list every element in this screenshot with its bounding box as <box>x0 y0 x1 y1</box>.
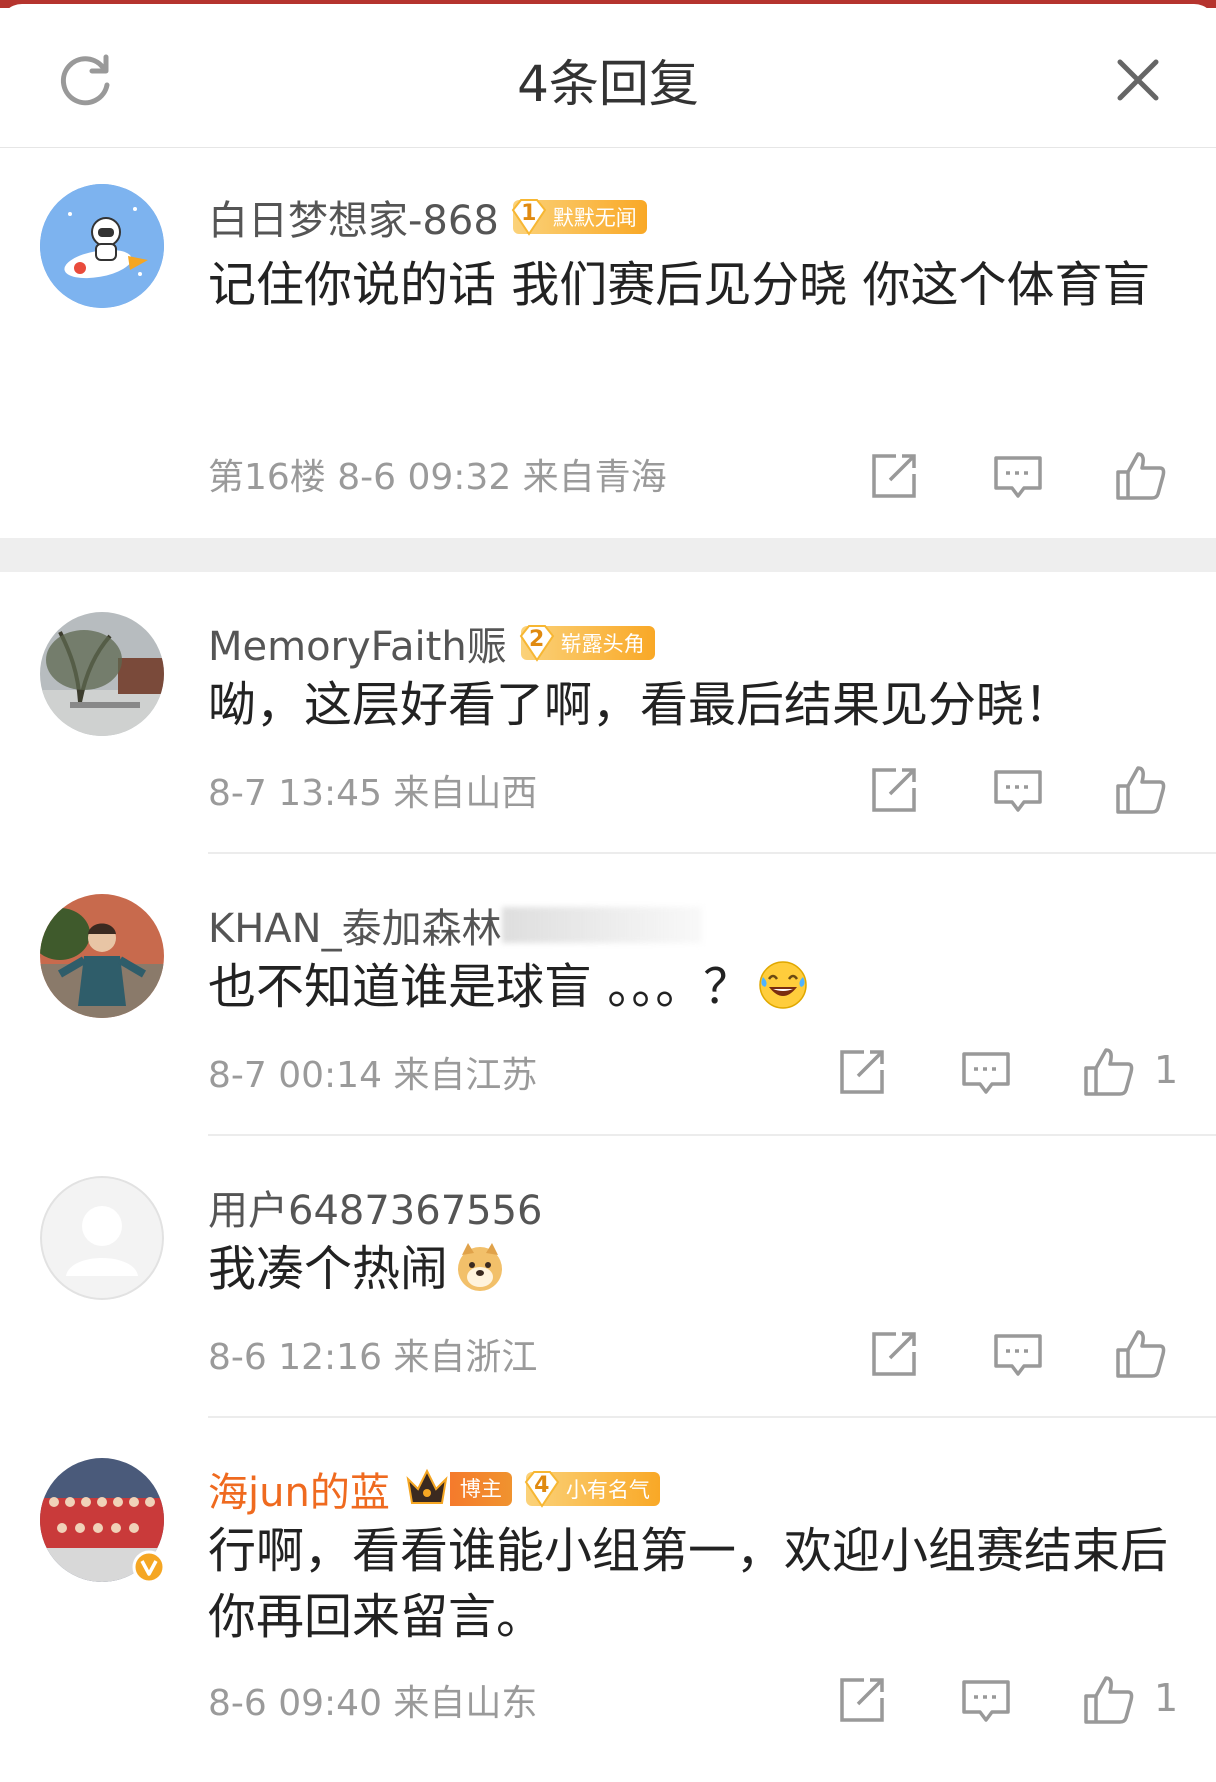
action-bar: 1 <box>0 1044 1216 1104</box>
share-icon[interactable] <box>834 1044 890 1100</box>
comment-icon[interactable] <box>958 1672 1014 1728</box>
main-comment: 白日梦想家-868 1 默默无闻 记住你说的话 我们赛后见分晓 你这个体育盲 第… <box>0 148 1216 538</box>
verified-icon <box>132 1550 166 1584</box>
reply-text: 呦，这层好看了啊，看最后结果见分晓！ <box>208 677 1073 733</box>
name-row: 白日梦想家-868 1 默默无闻 <box>208 188 647 246</box>
username[interactable]: 白日梦想家-868 <box>208 188 499 246</box>
blogger-label: 博主 <box>449 1472 512 1506</box>
willow-tree-photo <box>40 612 164 736</box>
reply-text: 也不知道谁是球盲 。。。？ <box>208 954 1182 1020</box>
blogger-badge: 博主 <box>404 1468 512 1507</box>
badge-label: 默默无闻 <box>552 206 637 230</box>
username[interactable]: 海jun的蓝 <box>208 1460 390 1518</box>
crown-icon <box>406 1468 448 1504</box>
fan-badge: 2 崭露头角 <box>519 625 655 662</box>
avatar[interactable] <box>40 1176 164 1300</box>
diamond-icon <box>511 199 547 236</box>
badge-label: 崭露头角 <box>560 632 645 656</box>
name-row: MemoryFaith赈 2 崭露头角 <box>208 614 655 672</box>
username[interactable]: 用户6487367556 <box>208 1178 543 1236</box>
share-icon[interactable] <box>866 448 922 504</box>
like-count: 1 <box>1154 1048 1179 1092</box>
page-title: 4条回复 <box>517 55 699 113</box>
blurred-badge <box>501 907 702 943</box>
action-bar <box>0 448 1216 508</box>
reply-text: 我凑个热闹 <box>208 1236 1182 1302</box>
name-row: 用户6487367556 <box>208 1178 543 1236</box>
action-bar <box>0 1326 1216 1386</box>
like-icon[interactable] <box>1112 762 1168 818</box>
sheet-header: 4条回复 <box>0 4 1216 148</box>
reply-item: MemoryFaith赈 2 崭露头角 呦，这层好看了啊，看最后结果见分晓！ 8… <box>0 572 1216 854</box>
reply-item: 用户6487367556 我凑个热闹 8-6 12:16 来自浙江 <box>0 1136 1216 1418</box>
like-count: 1 <box>1154 1676 1179 1720</box>
diamond-icon <box>519 625 554 662</box>
badge-label: 小有名气 <box>565 1478 650 1502</box>
share-icon[interactable] <box>866 762 922 818</box>
username[interactable]: KHAN_泰加森林 <box>208 896 502 954</box>
fan-badge: 4 小有名气 <box>524 1471 660 1508</box>
like-icon[interactable] <box>1112 1326 1168 1382</box>
comment-icon[interactable] <box>990 762 1046 818</box>
username[interactable]: MemoryFaith赈 <box>208 614 507 672</box>
comment-icon[interactable] <box>958 1044 1014 1100</box>
avatar[interactable] <box>40 184 164 308</box>
doge-emoji <box>458 1243 503 1291</box>
action-bar <box>0 762 1216 822</box>
reply-text-content: 我凑个热闹 <box>208 1241 449 1297</box>
replies-sheet: 4条回复 白日梦想家-868 1 默默无闻 记住你说的话 我们赛后见分晓 你这个… <box>0 4 1216 1782</box>
like-icon[interactable] <box>1080 1672 1136 1728</box>
fan-badge: 1 默默无闻 <box>511 199 647 236</box>
close-icon[interactable] <box>1112 54 1164 106</box>
laughing-tears-emoji <box>759 961 808 1009</box>
avatar[interactable] <box>40 612 164 736</box>
like-icon[interactable] <box>1112 448 1168 504</box>
astronaut-rocket-icon <box>40 184 164 308</box>
diamond-icon <box>524 1471 560 1508</box>
comment-icon[interactable] <box>990 448 1046 504</box>
reply-item: KHAN_泰加森林 也不知道谁是球盲 。。。？ 8-7 00:14 来自江苏 1 <box>0 854 1216 1136</box>
avatar[interactable] <box>40 894 164 1018</box>
avatar[interactable] <box>40 1458 166 1584</box>
share-icon[interactable] <box>834 1672 890 1728</box>
section-gap <box>0 538 1216 572</box>
share-icon[interactable] <box>866 1326 922 1382</box>
name-row: 海jun的蓝 博主 4 小有名气 <box>208 1460 660 1518</box>
action-bar: 1 <box>0 1672 1216 1732</box>
comment-text: 记住你说的话 我们赛后见分晓 你这个体育盲 <box>208 257 1151 313</box>
comment-icon[interactable] <box>990 1326 1046 1382</box>
like-icon[interactable] <box>1080 1044 1136 1100</box>
reply-item: 海jun的蓝 博主 4 小有名气 行啊，看看谁能小组第一，欢迎小组赛结束后你再回… <box>0 1418 1216 1782</box>
default-user-icon <box>40 1176 164 1300</box>
reply-text: 行啊，看看谁能小组第一，欢迎小组赛结束后你再回来留言。 <box>208 1523 1169 1645</box>
reply-text-content: 也不知道谁是球盲 。。。？ <box>208 959 752 1015</box>
name-row: KHAN_泰加森林 <box>208 896 702 954</box>
child-photo <box>40 894 164 1018</box>
